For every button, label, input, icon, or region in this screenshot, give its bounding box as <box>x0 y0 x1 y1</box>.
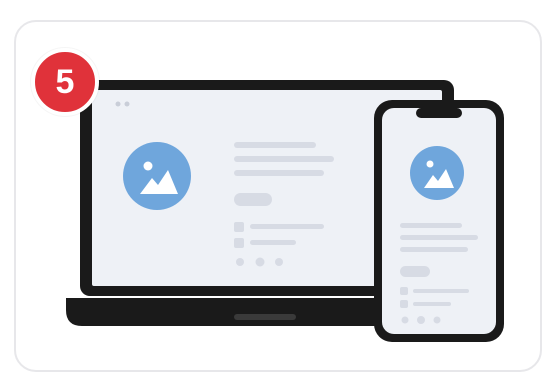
placeholder-pill <box>400 266 430 277</box>
phone-avatar <box>410 146 464 200</box>
placeholder-line <box>400 247 468 252</box>
laptop-avatar <box>123 142 191 210</box>
placeholder-square <box>234 238 244 248</box>
github-icon <box>275 258 283 266</box>
placeholder-line <box>250 240 296 245</box>
github-icon <box>433 316 441 324</box>
chat-icon <box>255 257 265 267</box>
placeholder-line <box>234 156 334 162</box>
image-icon <box>123 142 191 210</box>
placeholder-square <box>400 300 408 308</box>
placeholder-square <box>234 222 244 232</box>
image-icon <box>410 146 464 200</box>
placeholder-line <box>234 142 316 148</box>
chat-icon <box>417 316 425 324</box>
placeholder-line <box>413 289 469 293</box>
twitter-icon <box>401 316 409 324</box>
placeholder-line <box>234 170 324 176</box>
placeholder-square <box>400 287 408 295</box>
placeholder-line <box>400 235 478 240</box>
step-number-badge: 5 <box>31 48 99 116</box>
sun-shape <box>143 161 153 171</box>
twitter-icon <box>236 258 244 266</box>
placeholder-line <box>413 302 451 306</box>
placeholder-line <box>250 224 324 229</box>
placeholder-pill <box>234 193 272 206</box>
placeholder-line <box>400 223 462 228</box>
sun-shape <box>426 160 434 168</box>
window-dot <box>124 101 130 107</box>
phone-notch <box>416 108 462 118</box>
phone-screen <box>382 108 496 334</box>
window-dot <box>115 101 121 107</box>
laptop-notch <box>234 314 296 320</box>
phone <box>374 100 504 342</box>
